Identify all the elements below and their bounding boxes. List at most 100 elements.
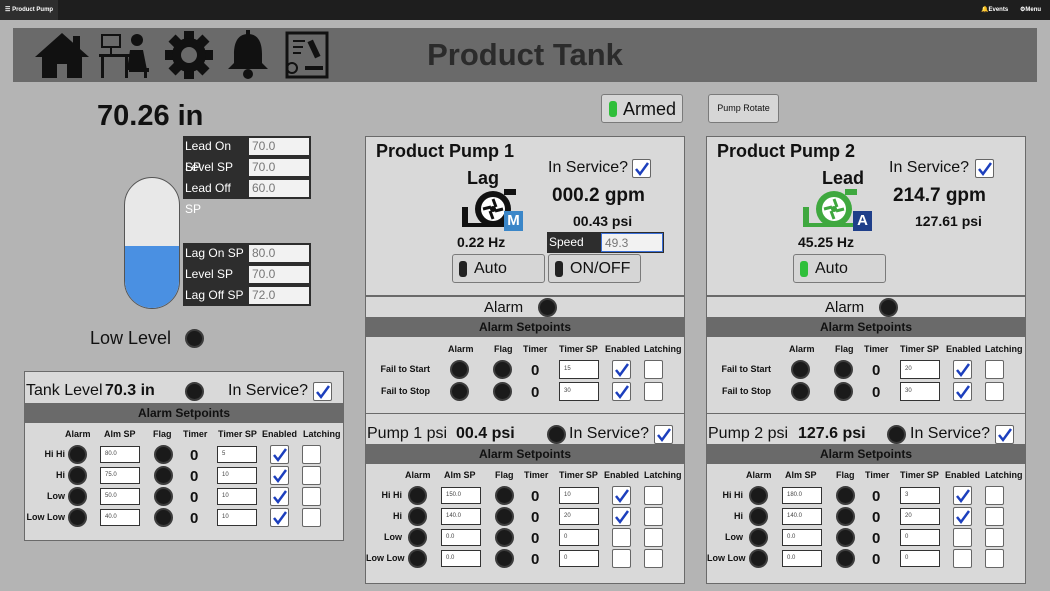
psi-flag-indicator bbox=[495, 507, 514, 526]
fail-timer-sp-input[interactable]: 30 bbox=[900, 382, 940, 401]
lead-setpoint-input[interactable]: 70.0 bbox=[249, 159, 309, 176]
psi-timer-sp-input[interactable]: 20 bbox=[559, 508, 599, 525]
pump-rotate-button[interactable]: Pump Rotate bbox=[708, 94, 779, 123]
tank-level-alarm-indicator bbox=[185, 382, 204, 401]
psi-latching-checkbox[interactable] bbox=[644, 528, 663, 547]
fail-timer-value: 0 bbox=[872, 384, 881, 401]
fail-latching-checkbox[interactable] bbox=[985, 382, 1004, 401]
armed-button[interactable]: Armed bbox=[601, 94, 683, 123]
pump-frequency: 45.25 Hz bbox=[798, 234, 855, 250]
fail-timer-sp-input[interactable]: 20 bbox=[900, 360, 940, 379]
psi-enabled-checkbox[interactable] bbox=[612, 528, 631, 547]
psi-alm-sp-input[interactable]: 180.0 bbox=[782, 487, 822, 504]
tank-level-timer-value: 0 bbox=[190, 489, 199, 506]
lead-setpoint-input[interactable]: 70.0 bbox=[249, 138, 309, 155]
fail-enabled-checkbox[interactable] bbox=[612, 382, 631, 401]
fail-timer-sp-input[interactable]: 15 bbox=[559, 360, 599, 379]
psi-timer-sp-input[interactable]: 3 bbox=[900, 487, 940, 504]
psi-enabled-checkbox[interactable] bbox=[953, 549, 972, 568]
psi-enabled-checkbox[interactable] bbox=[612, 507, 631, 526]
auto-indicator bbox=[800, 261, 808, 277]
tank-level-enabled-checkbox[interactable] bbox=[270, 445, 289, 464]
in-service-label: In Service? bbox=[548, 159, 629, 176]
psi-row-label: Low bbox=[725, 532, 743, 542]
tank-level-alm-sp-input[interactable]: 75.0 bbox=[100, 467, 140, 484]
fail-latching-checkbox[interactable] bbox=[644, 360, 663, 379]
tank-level-enabled-checkbox[interactable] bbox=[270, 487, 289, 506]
psi-header: Alarm bbox=[746, 470, 772, 480]
speed-input[interactable]: 49.3 bbox=[601, 233, 663, 252]
tank-level-timer-sp-input[interactable]: 5 bbox=[217, 446, 257, 463]
psi-latching-checkbox[interactable] bbox=[985, 507, 1004, 526]
psi-in-service-checkbox[interactable] bbox=[654, 425, 673, 444]
psi-latching-checkbox[interactable] bbox=[644, 549, 663, 568]
tank-level-enabled-checkbox[interactable] bbox=[270, 508, 289, 527]
psi-enabled-checkbox[interactable] bbox=[953, 528, 972, 547]
fail-enabled-checkbox[interactable] bbox=[953, 382, 972, 401]
psi-alm-sp-input[interactable]: 0.0 bbox=[782, 529, 822, 546]
psi-latching-checkbox[interactable] bbox=[985, 486, 1004, 505]
psi-alm-sp-input[interactable]: 150.0 bbox=[441, 487, 481, 504]
in-service-checkbox[interactable] bbox=[632, 159, 651, 178]
psi-alm-sp-input[interactable]: 0.0 bbox=[441, 550, 481, 567]
psi-enabled-checkbox[interactable] bbox=[612, 549, 631, 568]
tank-level-enabled-checkbox[interactable] bbox=[270, 466, 289, 485]
psi-latching-checkbox[interactable] bbox=[644, 507, 663, 526]
app-title[interactable]: ☰ Product Pump bbox=[0, 0, 58, 20]
lag-setpoint-input[interactable]: 72.0 bbox=[249, 287, 309, 304]
fail-enabled-checkbox[interactable] bbox=[953, 360, 972, 379]
tank-level-timer-sp-input[interactable]: 10 bbox=[217, 467, 257, 484]
lead-setpoint-input[interactable]: 60.0 bbox=[249, 180, 309, 197]
psi-enabled-checkbox[interactable] bbox=[612, 486, 631, 505]
psi-alm-sp-input[interactable]: 140.0 bbox=[441, 508, 481, 525]
psi-enabled-checkbox[interactable] bbox=[953, 486, 972, 505]
tank-level-timer-sp-input[interactable]: 10 bbox=[217, 488, 257, 505]
on-off-button[interactable]: ON/OFF bbox=[548, 254, 641, 283]
fail-header: Timer SP bbox=[900, 344, 939, 354]
fail-alarm-indicator bbox=[450, 360, 469, 379]
psi-timer-sp-input[interactable]: 0 bbox=[559, 550, 599, 567]
fail-latching-checkbox[interactable] bbox=[985, 360, 1004, 379]
psi-timer-sp-input[interactable]: 20 bbox=[900, 508, 940, 525]
psi-timer-sp-input[interactable]: 10 bbox=[559, 487, 599, 504]
events-button[interactable]: 🔔Events bbox=[981, 0, 1008, 20]
auto-button[interactable]: Auto bbox=[452, 254, 545, 283]
in-service-checkbox[interactable] bbox=[975, 159, 994, 178]
tank-level-row-label: Low bbox=[47, 491, 65, 501]
fail-latching-checkbox[interactable] bbox=[644, 382, 663, 401]
tank-level-latching-checkbox[interactable] bbox=[302, 445, 321, 464]
psi-latching-checkbox[interactable] bbox=[644, 486, 663, 505]
speed-label: Speed bbox=[549, 235, 584, 249]
pump-flow: 214.7 gpm bbox=[893, 185, 986, 206]
psi-flag-indicator bbox=[836, 486, 855, 505]
psi-alm-sp-input[interactable]: 0.0 bbox=[782, 550, 822, 567]
tank-level-in-service-checkbox[interactable] bbox=[313, 382, 332, 401]
tank-level-latching-checkbox[interactable] bbox=[302, 466, 321, 485]
tank-level-alm-sp-input[interactable]: 40.0 bbox=[100, 509, 140, 526]
pump-frequency: 0.22 Hz bbox=[457, 234, 506, 250]
psi-latching-checkbox[interactable] bbox=[985, 528, 1004, 547]
page-title: Product Tank bbox=[427, 37, 623, 72]
auto-button[interactable]: Auto bbox=[793, 254, 886, 283]
lag-setpoint-input[interactable]: 70.0 bbox=[249, 266, 309, 283]
tank-level-latching-checkbox[interactable] bbox=[302, 508, 321, 527]
tank-level-latching-checkbox[interactable] bbox=[302, 487, 321, 506]
psi-enabled-checkbox[interactable] bbox=[953, 507, 972, 526]
tank-level-timer-sp-input[interactable]: 10 bbox=[217, 509, 257, 526]
tank-level-alm-sp-input[interactable]: 80.0 bbox=[100, 446, 140, 463]
tank-level-alm-sp-input[interactable]: 50.0 bbox=[100, 488, 140, 505]
lag-setpoint-input[interactable]: 80.0 bbox=[249, 245, 309, 262]
psi-timer-sp-input[interactable]: 0 bbox=[559, 529, 599, 546]
psi-timer-sp-input[interactable]: 0 bbox=[900, 550, 940, 567]
psi-alm-sp-input[interactable]: 140.0 bbox=[782, 508, 822, 525]
mode-badge: M bbox=[504, 211, 523, 231]
psi-latching-checkbox[interactable] bbox=[985, 549, 1004, 568]
menu-button[interactable]: ⚙Menu bbox=[1020, 0, 1041, 20]
fail-enabled-checkbox[interactable] bbox=[612, 360, 631, 379]
psi-in-service-checkbox[interactable] bbox=[995, 425, 1014, 444]
psi-alm-sp-input[interactable]: 0.0 bbox=[441, 529, 481, 546]
fail-header: Flag bbox=[494, 344, 513, 354]
tank-level-flag-indicator bbox=[154, 487, 173, 506]
psi-timer-sp-input[interactable]: 0 bbox=[900, 529, 940, 546]
fail-timer-sp-input[interactable]: 30 bbox=[559, 382, 599, 401]
